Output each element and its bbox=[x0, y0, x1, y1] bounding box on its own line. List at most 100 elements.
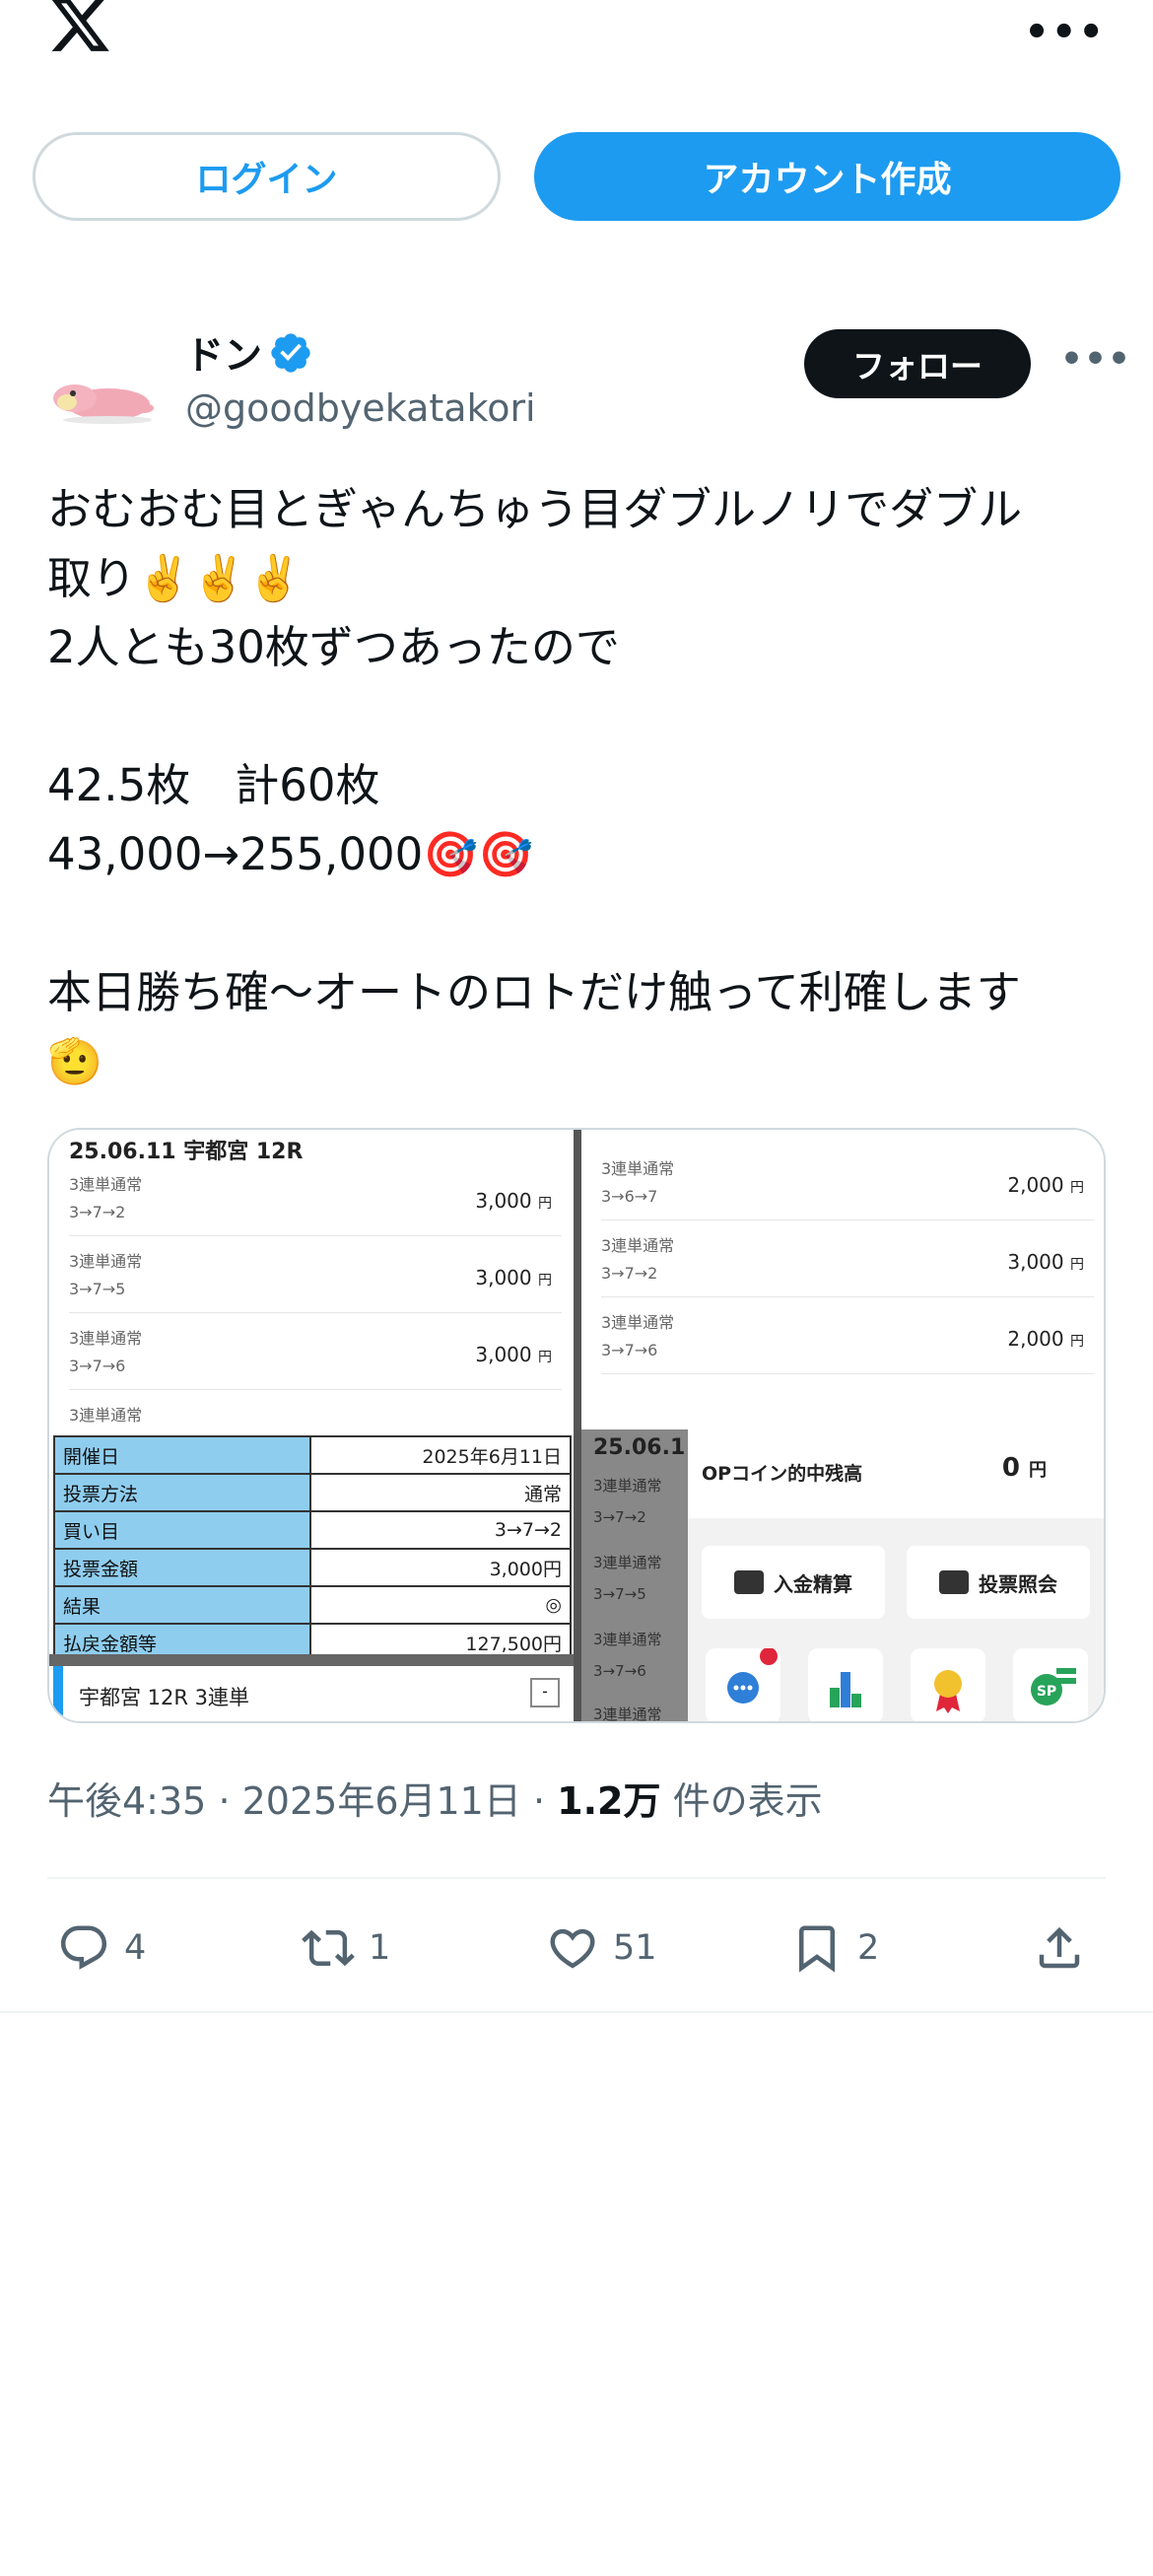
divider bbox=[0, 2011, 1153, 2013]
media-photo-4[interactable]: 25.06.1 3連単通常 3→7→2 3連単通常 3→7→5 3連単通常 3→… bbox=[581, 1429, 1104, 1723]
media-divider bbox=[574, 1130, 581, 1721]
tweet-line: 2人とも30枚ずつあったので bbox=[47, 621, 620, 673]
bookmark-icon bbox=[799, 1925, 835, 1973]
ticket-row: 3連単通常 3→7→2 3,000 円 bbox=[69, 1159, 562, 1236]
tweet-line: 43,000→255,000🎯🎯 bbox=[47, 828, 534, 880]
ticket-amount: 3,000 円 bbox=[475, 1343, 552, 1366]
tweet-media[interactable]: 25.06.11 宇都宮 12R 3連単通常 3→7→2 3,000 円 3連単… bbox=[47, 1128, 1106, 1723]
sp-icon: SP bbox=[1013, 1648, 1088, 1721]
ticket-row: 3連単通常 3→7→2 3,000 円 bbox=[601, 1220, 1094, 1297]
dark-item: 3→7→2 bbox=[593, 1508, 646, 1526]
table-value: 3→7→2 bbox=[309, 1510, 572, 1550]
create-account-button[interactable]: アカウント作成 bbox=[534, 132, 1120, 221]
tweet-line: 🫡 bbox=[47, 1035, 103, 1087]
author-name[interactable]: ドン bbox=[185, 325, 262, 381]
ticket-row: 3連単通常 3→7→6 2,000 円 bbox=[601, 1297, 1094, 1374]
media-photo-2[interactable]: 3連単通常 3→6→7 2,000 円 3連単通常 3→7→2 3,000 円 … bbox=[581, 1130, 1104, 1429]
view-count-label: 件の表示 bbox=[672, 1779, 823, 1823]
dark-item: 3連単通常 bbox=[593, 1706, 662, 1723]
tweet-time[interactable]: 午後4:35 bbox=[47, 1779, 206, 1823]
repost-button[interactable]: 1 bbox=[302, 1913, 390, 1984]
table-row: 投票方法 通常 bbox=[53, 1473, 572, 1512]
tweet-more-icon[interactable]: ••• bbox=[1060, 339, 1131, 380]
ticket-type: 3連単通常 bbox=[601, 1159, 675, 1178]
ticket-combo: 3→7→6 bbox=[69, 1357, 126, 1375]
medal-icon bbox=[911, 1648, 985, 1721]
vote-inquiry-button: 投票照会 bbox=[907, 1546, 1090, 1619]
x-logo-icon[interactable] bbox=[47, 0, 112, 57]
like-button[interactable]: 51 bbox=[546, 1913, 657, 1984]
table-value: 通常 bbox=[309, 1473, 572, 1512]
reply-icon bbox=[60, 1925, 107, 1970]
coin-label: OPコイン的中残高 bbox=[702, 1463, 863, 1485]
table-key: 買い目 bbox=[53, 1510, 311, 1550]
meta-separator: · bbox=[532, 1779, 546, 1823]
tweet-actions: 4 1 51 2 bbox=[47, 1913, 1106, 1984]
reply-count: 4 bbox=[124, 1928, 147, 1968]
tweet-line: 本日勝ち確〜オートのロトだけ触って利確します bbox=[47, 966, 1021, 1018]
table-value: ◎ bbox=[309, 1585, 572, 1625]
repost-count: 1 bbox=[369, 1928, 391, 1968]
tweet-text: おむおむ目とぎゃんちゅう目ダブルノリでダブル 取り✌️✌️✌️ 2人とも30枚ず… bbox=[47, 475, 1112, 1096]
meta-separator: · bbox=[218, 1779, 231, 1823]
ticket-combo: 3→7→2 bbox=[601, 1264, 658, 1283]
repost-icon bbox=[302, 1929, 355, 1967]
ticket-amount: 3,000 円 bbox=[475, 1189, 552, 1213]
author-handle[interactable]: @goodbyekatakori bbox=[185, 386, 536, 430]
top-bar: ••• bbox=[0, 0, 1153, 108]
table-row: 買い目 3→7→2 bbox=[53, 1510, 572, 1550]
ticket-row: 3連単通常 3→7→6 3,000 円 bbox=[69, 1313, 562, 1390]
more-options-icon[interactable]: ••• bbox=[1024, 10, 1106, 55]
chat-icon bbox=[706, 1647, 780, 1721]
dark-item: 3→7→6 bbox=[593, 1662, 646, 1680]
ticket-row: 3連単通常 3→7→5 3,000 円 bbox=[69, 1236, 562, 1313]
collapse-box: - bbox=[530, 1678, 560, 1707]
media-photo-3[interactable]: 開催日 2025年6月11日 投票方法 通常 買い目 3→7→2 投票金額 3,000円… bbox=[49, 1429, 574, 1721]
table-key: 投票金額 bbox=[53, 1548, 311, 1587]
like-count: 51 bbox=[613, 1928, 657, 1968]
ranking-icon bbox=[808, 1648, 883, 1721]
table-key: 開催日 bbox=[53, 1435, 311, 1475]
dark-overlay-list: 25.06.1 3連単通常 3→7→2 3連単通常 3→7→5 3連単通常 3→… bbox=[581, 1429, 688, 1723]
ticket-combo: 3→7→2 bbox=[69, 1203, 126, 1221]
dark-item: 3連単通常 bbox=[593, 1631, 662, 1648]
ticket-type: 3連単通常 bbox=[69, 1175, 143, 1194]
table-row: 投票金額 3,000円 bbox=[53, 1548, 572, 1587]
follow-button[interactable]: フォロー bbox=[804, 329, 1031, 398]
deposit-button: 入金精算 bbox=[702, 1546, 885, 1619]
app-home: OPコイン的中残高 0 円 入金精算 投票照会 SP bbox=[688, 1429, 1104, 1721]
bookmark-button[interactable]: 2 bbox=[790, 1913, 879, 1984]
table-key: 投票方法 bbox=[53, 1473, 311, 1512]
tweet-line: 取り✌️✌️✌️ bbox=[47, 552, 303, 604]
ticket-row: 3連単通常 3→6→7 2,000 円 bbox=[601, 1144, 1094, 1220]
tweet-line: 42.5枚 計60枚 bbox=[47, 759, 380, 811]
verified-badge-icon bbox=[271, 333, 310, 373]
table-value: 2025年6月11日 bbox=[309, 1435, 572, 1475]
receipt-search-icon bbox=[939, 1570, 969, 1594]
media-photo-1[interactable]: 25.06.11 宇都宮 12R 3連単通常 3→7→2 3,000 円 3連単… bbox=[49, 1130, 574, 1429]
table-row: 開催日 2025年6月11日 bbox=[53, 1435, 572, 1475]
dark-item: 3連単通常 bbox=[593, 1554, 662, 1571]
avatar-image bbox=[47, 339, 158, 450]
tweet-meta: 午後4:35 · 2025年6月11日 · 1.2万 件の表示 bbox=[47, 1771, 823, 1825]
ticket-type: 3連単通常 bbox=[69, 1252, 143, 1271]
ticket-amount: 3,000 円 bbox=[475, 1266, 552, 1289]
table-key: 結果 bbox=[53, 1585, 311, 1625]
divider bbox=[47, 1877, 1106, 1879]
ticket-amount: 3,000 円 bbox=[1007, 1250, 1084, 1274]
share-icon bbox=[1039, 1926, 1080, 1969]
login-button[interactable]: ログイン bbox=[33, 132, 501, 221]
reply-button[interactable]: 4 bbox=[57, 1913, 146, 1984]
tweet-date[interactable]: 2025年6月11日 bbox=[242, 1779, 521, 1823]
bookmark-count: 2 bbox=[857, 1928, 880, 1968]
coin-balance: OPコイン的中残高 0 円 bbox=[688, 1429, 1104, 1518]
ticket-type: 3連単通常 bbox=[69, 1329, 143, 1348]
avatar[interactable] bbox=[47, 339, 158, 450]
table-value: 3,000円 bbox=[309, 1548, 572, 1587]
ticket-combo: 3→7→5 bbox=[69, 1280, 126, 1298]
share-button[interactable] bbox=[1033, 1913, 1100, 1984]
ticket-amount: 2,000 円 bbox=[1007, 1327, 1084, 1351]
divider bbox=[49, 1654, 574, 1666]
